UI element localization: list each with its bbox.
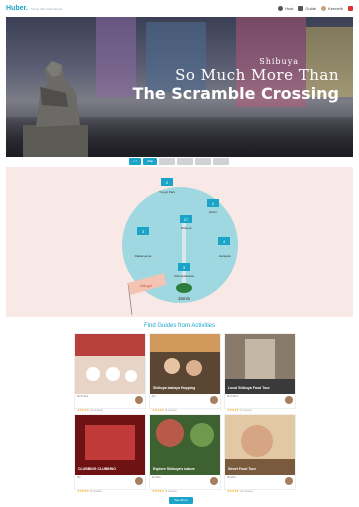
- map-pin-label: Shibuya: [181, 226, 192, 230]
- guide-card-photo: [75, 334, 145, 394]
- japan-flag-icon: [348, 6, 353, 11]
- map-pin-label: Shimokitazawa: [174, 274, 195, 278]
- guide-card-title: Local Shibuya Food Tour: [228, 386, 270, 390]
- nav-guide[interactable]: Guide: [298, 6, 316, 11]
- guide-card-meta: 2H 3km ★★★★★(6 reviews): [150, 475, 220, 493]
- guide-avatar[interactable]: [135, 396, 143, 404]
- guide-card-meta: 3H 4.5km ★★★★★(7 reviews): [225, 394, 295, 412]
- station-icon: [176, 283, 192, 293]
- rating-stars: ★★★★★: [77, 408, 89, 412]
- rating-stars: ★★★★★: [152, 408, 164, 412]
- map-pin-label: Daikanyama: [135, 254, 152, 258]
- guide-card[interactable]: Local Shibuya Food Tour 3H 4.5km ★★★★★(7…: [224, 333, 296, 412]
- guide-card-meta: 3H 2km ★★★★★(11 reviews): [225, 475, 295, 493]
- area-map: 2 Yoyogi Park 27 Shibuya 2 Ebisu 3 Daika…: [122, 178, 238, 316]
- guide-card-photo: Street Food Tour: [225, 415, 295, 475]
- card-image: [75, 334, 145, 394]
- card-image: [75, 415, 145, 475]
- guide-card[interactable]: Explore Shibuya's nature 2H 3km ★★★★★(6 …: [149, 414, 221, 493]
- guide-card-duration: 3H 4.5km: [227, 395, 239, 398]
- book-icon: [298, 6, 304, 11]
- nav-host[interactable]: Host: [278, 6, 293, 11]
- rating-stars: ★★★★★: [77, 489, 89, 493]
- guide-card-title: Street Food Tour: [228, 467, 256, 471]
- card-image: [225, 415, 295, 475]
- map-pin-shibuya[interactable]: 27 Shibuya: [180, 215, 192, 230]
- guide-card-duration: 2H 3km: [152, 476, 161, 479]
- logo[interactable]: Huber.: [6, 5, 28, 12]
- hero-line1: So Much More Than: [175, 66, 339, 84]
- travel-time: 15min: [178, 296, 191, 301]
- hero-place: Shibuya: [259, 57, 299, 66]
- map-pin-label: Harajuku: [219, 254, 231, 258]
- guide-avatar[interactable]: [210, 396, 218, 404]
- map-pin-count: 27: [184, 217, 189, 222]
- map-pin-label: Yoyogi Park: [159, 190, 175, 194]
- rating-stars: ★★★★★: [152, 489, 164, 493]
- guide-card[interactable]: CLUBBING CLUBBING 4H ★★★★★(5 reviews): [74, 414, 146, 493]
- hero-building: [96, 17, 136, 97]
- guide-card-title: Shibuya Izakaya Hopping: [153, 386, 196, 390]
- nav-host-label: Host: [285, 6, 294, 11]
- review-count: (7 reviews): [239, 409, 252, 412]
- nav: Host Guide Kenneth: [278, 6, 353, 11]
- guide-card-title: CLUBBING CLUBBING: [78, 467, 116, 471]
- see-more-button[interactable]: See More: [169, 497, 193, 504]
- review-count: (6 reviews): [164, 490, 177, 493]
- guide-card-duration: 3H 5.1km: [77, 395, 89, 398]
- tab-arrows[interactable]: < >: [129, 158, 142, 165]
- area-tabs: < > Map: [129, 158, 230, 165]
- map-pin-label: Ebisu: [209, 210, 217, 214]
- guide-card-duration: 4H: [77, 476, 81, 479]
- hero-banner: Shibuya So Much More Than The Scramble C…: [6, 17, 353, 157]
- nav-user[interactable]: Kenneth: [321, 6, 343, 11]
- hero-line2: The Scramble Crossing: [132, 84, 339, 103]
- guide-card-meta: 3H 5.1km ★★★★★(12 reviews): [75, 394, 145, 412]
- hero-text: Shibuya So Much More Than The Scramble C…: [133, 57, 339, 103]
- guide-card-photo: CLUBBING CLUBBING: [75, 415, 145, 475]
- tab-item[interactable]: [177, 158, 194, 165]
- top-bar: Huber. Travel with local friends Host Gu…: [0, 0, 359, 17]
- guide-card-photo: Shibuya Izakaya Hopping: [150, 334, 220, 394]
- guide-card-photo: Local Shibuya Food Tour: [225, 334, 295, 394]
- card-image: [225, 334, 295, 394]
- guide-card-duration: 3H 2km: [227, 476, 236, 479]
- review-count: (5 reviews): [89, 490, 102, 493]
- guide-avatar[interactable]: [210, 477, 218, 485]
- guide-avatar[interactable]: [135, 477, 143, 485]
- tagline: Travel with local friends: [30, 7, 63, 11]
- guide-card-meta: 4H ★★★★★(5 reviews): [75, 475, 145, 493]
- tab-item[interactable]: [213, 158, 230, 165]
- guide-avatar[interactable]: [285, 396, 293, 404]
- nav-guide-label: Guide: [305, 6, 317, 11]
- rating-stars: ★★★★★: [227, 408, 239, 412]
- area-map-section: 2 Yoyogi Park 27 Shibuya 2 Ebisu 3 Daika…: [6, 167, 353, 317]
- guide-card-title: Explore Shibuya's nature: [153, 467, 195, 471]
- tab-item[interactable]: [195, 158, 212, 165]
- guide-card[interactable]: 3H 5.1km ★★★★★(12 reviews): [74, 333, 146, 412]
- review-count: (9 reviews): [164, 409, 177, 412]
- guide-card[interactable]: Shibuya Izakaya Hopping 3H ★★★★★(9 revie…: [149, 333, 221, 412]
- tab-map[interactable]: Map: [143, 158, 158, 165]
- review-count: (12 reviews): [89, 409, 103, 412]
- guides-section-title: Find Guides from Activities: [143, 323, 216, 329]
- map-pin-yoyogi[interactable]: 2 Yoyogi Park: [159, 178, 175, 194]
- card-image: [150, 334, 220, 394]
- nav-language[interactable]: [348, 6, 353, 11]
- guide-card-duration: 3H: [152, 395, 156, 398]
- hachiko-statue-image: [23, 61, 88, 157]
- rating-stars: ★★★★★: [227, 489, 239, 493]
- card-image: [150, 415, 220, 475]
- tab-item[interactable]: [159, 158, 176, 165]
- guide-card-photo: Explore Shibuya's nature: [150, 415, 220, 475]
- flag-text: Lets go!: [140, 284, 152, 288]
- guide-card[interactable]: Street Food Tour 3H 2km ★★★★★(11 reviews…: [224, 414, 296, 493]
- avatar: [321, 6, 327, 11]
- guide-avatar[interactable]: [285, 477, 293, 485]
- nav-user-label: Kenneth: [328, 6, 343, 11]
- help-icon: [278, 6, 284, 11]
- review-count: (11 reviews): [239, 490, 253, 493]
- guide-card-meta: 3H ★★★★★(9 reviews): [150, 394, 220, 412]
